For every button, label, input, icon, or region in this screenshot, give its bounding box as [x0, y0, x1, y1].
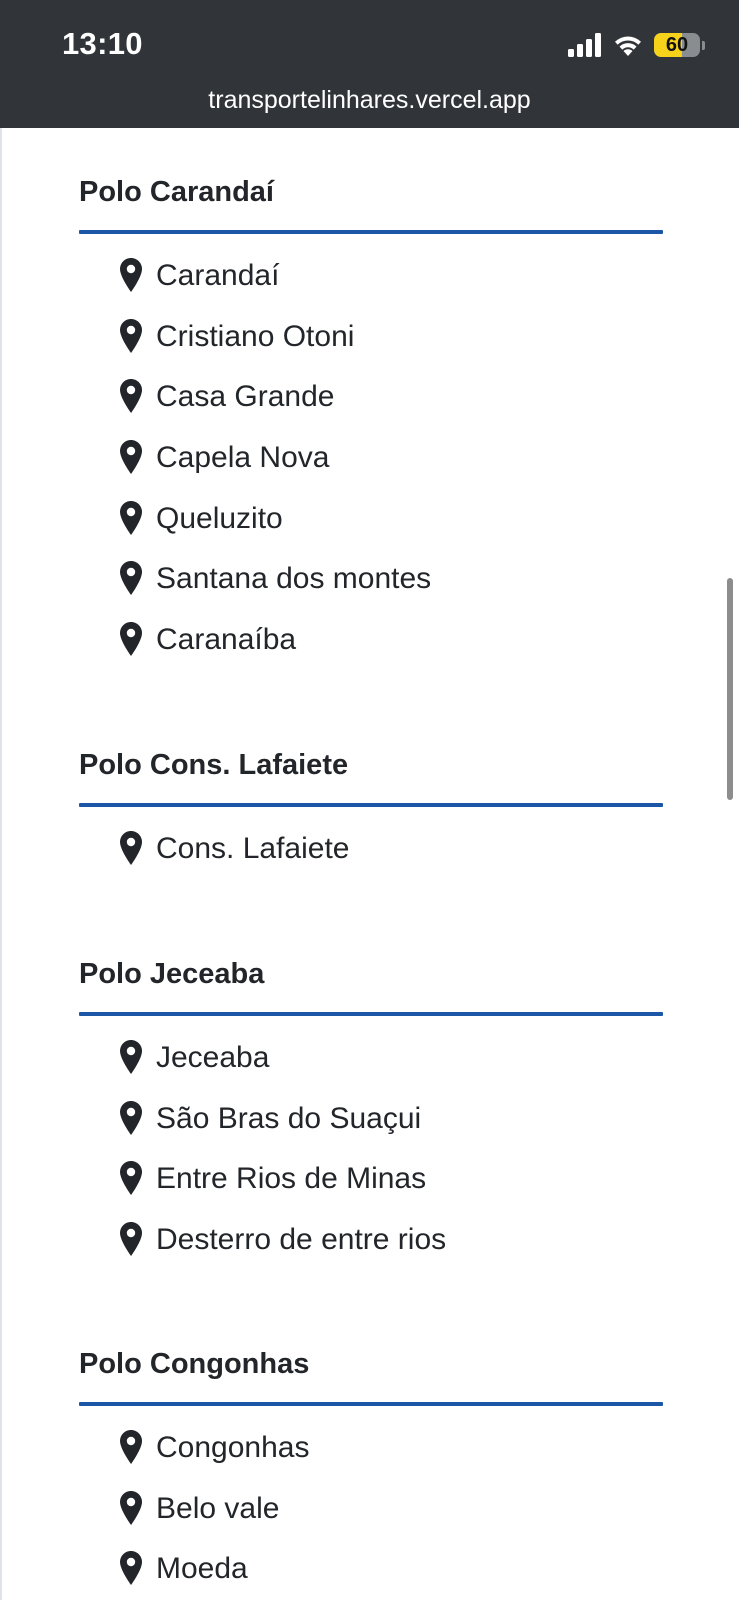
- city-list: Congonhas Belo vale Moeda: [79, 1428, 663, 1600]
- city-name: São Bras do Suaçui: [156, 1101, 422, 1135]
- city-list: Jeceaba São Bras do Suaçui Entre Rios de M…: [79, 1038, 663, 1281]
- map-pin-icon: [120, 559, 142, 600]
- battery-nub: [702, 40, 705, 50]
- city-item: Casa Grande: [79, 377, 663, 438]
- city-list: Carandaí Cristiano Otoni Casa Grande Capela…: [79, 256, 663, 681]
- city-name: Entre Rios de Minas: [156, 1162, 427, 1196]
- map-pin-icon: [120, 1428, 142, 1469]
- polo-divider: [79, 1402, 663, 1406]
- address-bar-url[interactable]: transportelinhares.vercel.app: [0, 86, 739, 115]
- polo-section: Polo Carandaí Carandaí Cristiano Otoni Cas…: [79, 172, 663, 681]
- map-pin-icon: [120, 1038, 142, 1079]
- city-item: Santana dos montes: [79, 559, 663, 620]
- city-name: Cons. Lafaiete: [156, 832, 350, 865]
- city-name: Desterro de entre rios: [156, 1223, 447, 1257]
- cellular-signal-icon: [568, 33, 601, 57]
- map-pin-icon: [120, 1099, 142, 1140]
- city-name: Santana dos montes: [156, 562, 432, 596]
- map-pin-icon: [120, 317, 142, 358]
- polo-title: Polo Carandaí: [79, 176, 274, 208]
- city-item: Congonhas: [79, 1428, 663, 1489]
- map-pin-icon: [120, 438, 142, 479]
- city-item: Capela Nova: [79, 438, 663, 499]
- polo-divider: [79, 803, 663, 807]
- map-pin-icon: [120, 1549, 142, 1590]
- page-content[interactable]: Polo Carandaí Carandaí Cristiano Otoni Cas…: [0, 128, 739, 1600]
- polo-divider: [79, 230, 663, 234]
- battery-level: 60: [665, 34, 689, 56]
- polo-divider: [79, 1012, 663, 1016]
- map-pin-icon: [120, 499, 142, 540]
- map-pin-icon: [120, 620, 142, 661]
- map-pin-icon: [120, 377, 142, 418]
- map-pin-icon: [120, 1489, 142, 1530]
- city-name: Queluzito: [156, 501, 283, 535]
- city-item: São Bras do Suaçui: [79, 1099, 663, 1160]
- city-name: Cristiano Otoni: [156, 319, 355, 353]
- city-item: Carandaí: [79, 256, 663, 317]
- city-name: Jeceaba: [156, 1041, 270, 1074]
- polo-title: Polo Congonhas: [79, 1348, 310, 1380]
- city-item: Moeda: [79, 1549, 663, 1600]
- status-bar: 13:10 60 transportelinhares.vercel.app: [0, 0, 739, 128]
- map-pin-icon: [120, 1220, 142, 1261]
- city-item: Cons. Lafaiete: [79, 829, 663, 890]
- city-name: Carandaí: [156, 259, 280, 292]
- city-list: Cons. Lafaiete: [79, 829, 663, 890]
- city-name: Moeda: [156, 1552, 248, 1586]
- city-name: Belo vale: [156, 1491, 280, 1525]
- city-item: Desterro de entre rios: [79, 1220, 663, 1281]
- city-name: Congonhas: [156, 1431, 310, 1464]
- polo-section: Polo Cons. Lafaiete Cons. Lafaiete: [79, 745, 663, 890]
- city-item: Caranaíba: [79, 620, 663, 681]
- map-pin-icon: [120, 1159, 142, 1200]
- city-item: Jeceaba: [79, 1038, 663, 1099]
- map-pin-icon: [120, 829, 142, 870]
- city-item: Cristiano Otoni: [79, 317, 663, 378]
- city-item: Entre Rios de Minas: [79, 1159, 663, 1220]
- scrollbar-thumb[interactable]: [727, 578, 733, 800]
- polo-title: Polo Cons. Lafaiete: [79, 749, 349, 781]
- status-time: 13:10: [62, 26, 143, 61]
- wifi-icon: [615, 36, 641, 56]
- polo-title: Polo Jeceaba: [79, 958, 265, 990]
- city-name: Caranaíba: [156, 623, 297, 657]
- polo-section: Polo Congonhas Congonhas Belo vale Moeda: [79, 1344, 663, 1600]
- city-name: Casa Grande: [156, 380, 335, 414]
- polo-section: Polo Jeceaba Jeceaba São Bras do Suaçui En…: [79, 954, 663, 1281]
- city-item: Belo vale: [79, 1489, 663, 1550]
- battery-icon: 60: [654, 33, 700, 57]
- city-name: Capela Nova: [156, 441, 330, 475]
- map-pin-icon: [120, 256, 142, 297]
- city-item: Queluzito: [79, 499, 663, 560]
- status-icons: 60: [568, 33, 705, 57]
